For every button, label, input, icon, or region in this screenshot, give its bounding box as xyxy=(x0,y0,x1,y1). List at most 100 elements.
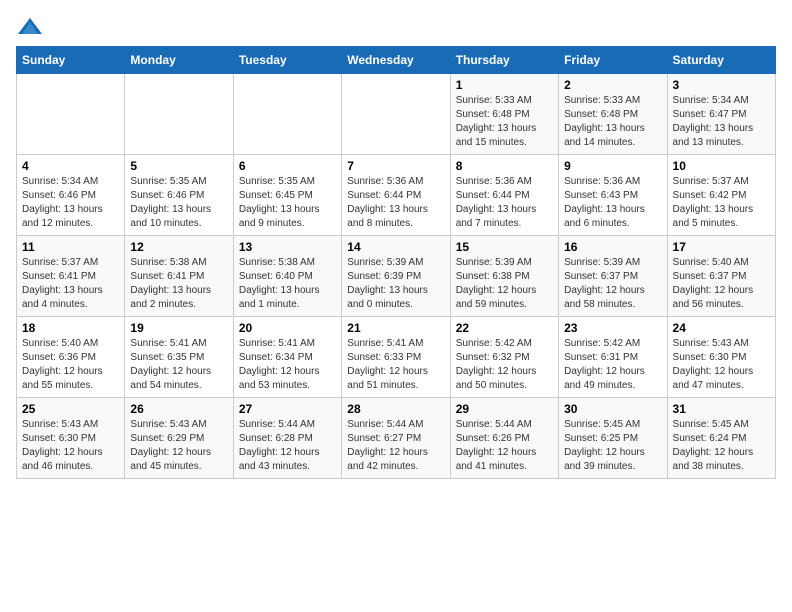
day-number: 14 xyxy=(347,240,444,254)
calendar-cell: 16Sunrise: 5:39 AM Sunset: 6:37 PM Dayli… xyxy=(559,236,667,317)
day-number: 23 xyxy=(564,321,661,335)
calendar-cell: 18Sunrise: 5:40 AM Sunset: 6:36 PM Dayli… xyxy=(17,317,125,398)
calendar-cell: 19 Sunrise: 5:41 AM Sunset: 6:35 PM Dayli… xyxy=(125,317,233,398)
day-info: Sunrise: 5:35 AM Sunset: 6:46 PM Dayligh… xyxy=(130,175,227,231)
calendar-cell: 27Sunrise: 5:44 AM Sunset: 6:28 PM Dayli… xyxy=(233,398,341,479)
day-number: 2 xyxy=(564,78,661,92)
calendar-cell: 3 Sunrise: 5:34 AM Sunset: 6:47 PM Daylig… xyxy=(667,74,775,155)
calendar-week-3: 11Sunrise: 5:37 AM Sunset: 6:41 PM Dayli… xyxy=(17,236,776,317)
day-info: Sunrise: 5:42 AM Sunset: 6:32 PM Dayligh… xyxy=(456,337,553,393)
day-number: 21 xyxy=(347,321,444,335)
header-row: SundayMondayTuesdayWednesdayThursdayFrid… xyxy=(17,47,776,74)
day-number: 15 xyxy=(456,240,553,254)
day-info: Sunrise: 5:41 AM Sunset: 6:34 PM Dayligh… xyxy=(239,337,336,393)
calendar-cell xyxy=(17,74,125,155)
header-cell-monday: Monday xyxy=(125,47,233,74)
day-info: Sunrise: 5:39 AM Sunset: 6:37 PM Dayligh… xyxy=(564,256,661,312)
page-header xyxy=(16,16,776,38)
header-cell-thursday: Thursday xyxy=(450,47,558,74)
calendar-week-5: 25 Sunrise: 5:43 AM Sunset: 6:30 PM Dayli… xyxy=(17,398,776,479)
header-cell-sunday: Sunday xyxy=(17,47,125,74)
calendar-cell: 29Sunrise: 5:44 AM Sunset: 6:26 PM Dayli… xyxy=(450,398,558,479)
day-info: Sunrise: 5:38 AM Sunset: 6:40 PM Dayligh… xyxy=(239,256,336,312)
calendar-cell: 20 Sunrise: 5:41 AM Sunset: 6:34 PM Dayli… xyxy=(233,317,341,398)
day-info: Sunrise: 5:44 AM Sunset: 6:26 PM Dayligh… xyxy=(456,418,553,474)
day-number: 7 xyxy=(347,159,444,173)
calendar-cell: 5 Sunrise: 5:35 AM Sunset: 6:46 PM Daylig… xyxy=(125,155,233,236)
day-info: Sunrise: 5:43 AM Sunset: 6:30 PM Dayligh… xyxy=(22,418,119,474)
logo-icon xyxy=(16,16,44,38)
header-cell-wednesday: Wednesday xyxy=(342,47,450,74)
day-info: Sunrise: 5:40 AM Sunset: 6:37 PM Dayligh… xyxy=(673,256,770,312)
calendar-cell: 15 Sunrise: 5:39 AM Sunset: 6:38 PM Dayli… xyxy=(450,236,558,317)
day-info: Sunrise: 5:34 AM Sunset: 6:46 PM Dayligh… xyxy=(22,175,119,231)
day-number: 19 xyxy=(130,321,227,335)
day-number: 28 xyxy=(347,402,444,416)
calendar-cell: 21 Sunrise: 5:41 AM Sunset: 6:33 PM Dayli… xyxy=(342,317,450,398)
day-info: Sunrise: 5:39 AM Sunset: 6:38 PM Dayligh… xyxy=(456,256,553,312)
day-info: Sunrise: 5:40 AM Sunset: 6:36 PM Dayligh… xyxy=(22,337,119,393)
day-info: Sunrise: 5:37 AM Sunset: 6:42 PM Dayligh… xyxy=(673,175,770,231)
calendar-cell: 28Sunrise: 5:44 AM Sunset: 6:27 PM Dayli… xyxy=(342,398,450,479)
calendar-cell: 9 Sunrise: 5:36 AM Sunset: 6:43 PM Daylig… xyxy=(559,155,667,236)
day-number: 12 xyxy=(130,240,227,254)
day-number: 25 xyxy=(22,402,119,416)
header-cell-saturday: Saturday xyxy=(667,47,775,74)
day-info: Sunrise: 5:39 AM Sunset: 6:39 PM Dayligh… xyxy=(347,256,444,312)
day-number: 1 xyxy=(456,78,553,92)
day-info: Sunrise: 5:34 AM Sunset: 6:47 PM Dayligh… xyxy=(673,94,770,150)
calendar-cell: 8Sunrise: 5:36 AM Sunset: 6:44 PM Daylig… xyxy=(450,155,558,236)
day-info: Sunrise: 5:42 AM Sunset: 6:31 PM Dayligh… xyxy=(564,337,661,393)
day-info: Sunrise: 5:41 AM Sunset: 6:33 PM Dayligh… xyxy=(347,337,444,393)
header-cell-friday: Friday xyxy=(559,47,667,74)
calendar-body: 1 Sunrise: 5:33 AM Sunset: 6:48 PM Daylig… xyxy=(17,74,776,479)
day-info: Sunrise: 5:33 AM Sunset: 6:48 PM Dayligh… xyxy=(456,94,553,150)
calendar-cell: 2Sunrise: 5:33 AM Sunset: 6:48 PM Daylig… xyxy=(559,74,667,155)
day-info: Sunrise: 5:35 AM Sunset: 6:45 PM Dayligh… xyxy=(239,175,336,231)
calendar-cell xyxy=(342,74,450,155)
calendar-cell: 4Sunrise: 5:34 AM Sunset: 6:46 PM Daylig… xyxy=(17,155,125,236)
calendar-cell: 17 Sunrise: 5:40 AM Sunset: 6:37 PM Dayli… xyxy=(667,236,775,317)
day-info: Sunrise: 5:41 AM Sunset: 6:35 PM Dayligh… xyxy=(130,337,227,393)
day-info: Sunrise: 5:45 AM Sunset: 6:25 PM Dayligh… xyxy=(564,418,661,474)
calendar-header: SundayMondayTuesdayWednesdayThursdayFrid… xyxy=(17,47,776,74)
day-number: 11 xyxy=(22,240,119,254)
calendar-cell: 24Sunrise: 5:43 AM Sunset: 6:30 PM Dayli… xyxy=(667,317,775,398)
header-cell-tuesday: Tuesday xyxy=(233,47,341,74)
calendar-cell: 10 Sunrise: 5:37 AM Sunset: 6:42 PM Dayli… xyxy=(667,155,775,236)
day-number: 22 xyxy=(456,321,553,335)
day-info: Sunrise: 5:36 AM Sunset: 6:44 PM Dayligh… xyxy=(347,175,444,231)
day-number: 3 xyxy=(673,78,770,92)
day-info: Sunrise: 5:43 AM Sunset: 6:30 PM Dayligh… xyxy=(673,337,770,393)
day-info: Sunrise: 5:38 AM Sunset: 6:41 PM Dayligh… xyxy=(130,256,227,312)
calendar-week-4: 18Sunrise: 5:40 AM Sunset: 6:36 PM Dayli… xyxy=(17,317,776,398)
calendar-cell: 14 Sunrise: 5:39 AM Sunset: 6:39 PM Dayli… xyxy=(342,236,450,317)
day-info: Sunrise: 5:43 AM Sunset: 6:29 PM Dayligh… xyxy=(130,418,227,474)
calendar-cell xyxy=(125,74,233,155)
calendar-cell: 23 Sunrise: 5:42 AM Sunset: 6:31 PM Dayli… xyxy=(559,317,667,398)
calendar-cell: 7 Sunrise: 5:36 AM Sunset: 6:44 PM Daylig… xyxy=(342,155,450,236)
calendar-cell: 12 Sunrise: 5:38 AM Sunset: 6:41 PM Dayli… xyxy=(125,236,233,317)
calendar-cell: 13Sunrise: 5:38 AM Sunset: 6:40 PM Dayli… xyxy=(233,236,341,317)
day-info: Sunrise: 5:36 AM Sunset: 6:44 PM Dayligh… xyxy=(456,175,553,231)
day-info: Sunrise: 5:44 AM Sunset: 6:28 PM Dayligh… xyxy=(239,418,336,474)
day-number: 5 xyxy=(130,159,227,173)
calendar-cell: 26 Sunrise: 5:43 AM Sunset: 6:29 PM Dayli… xyxy=(125,398,233,479)
day-number: 10 xyxy=(673,159,770,173)
day-number: 20 xyxy=(239,321,336,335)
day-number: 17 xyxy=(673,240,770,254)
calendar-cell: 25 Sunrise: 5:43 AM Sunset: 6:30 PM Dayli… xyxy=(17,398,125,479)
calendar-cell: 22 Sunrise: 5:42 AM Sunset: 6:32 PM Dayli… xyxy=(450,317,558,398)
day-number: 9 xyxy=(564,159,661,173)
day-number: 26 xyxy=(130,402,227,416)
day-info: Sunrise: 5:45 AM Sunset: 6:24 PM Dayligh… xyxy=(673,418,770,474)
day-info: Sunrise: 5:36 AM Sunset: 6:43 PM Dayligh… xyxy=(564,175,661,231)
calendar-table: SundayMondayTuesdayWednesdayThursdayFrid… xyxy=(16,46,776,479)
calendar-week-2: 4Sunrise: 5:34 AM Sunset: 6:46 PM Daylig… xyxy=(17,155,776,236)
calendar-cell: 11Sunrise: 5:37 AM Sunset: 6:41 PM Dayli… xyxy=(17,236,125,317)
day-number: 31 xyxy=(673,402,770,416)
logo xyxy=(16,16,46,38)
calendar-cell: 1 Sunrise: 5:33 AM Sunset: 6:48 PM Daylig… xyxy=(450,74,558,155)
calendar-cell: 30Sunrise: 5:45 AM Sunset: 6:25 PM Dayli… xyxy=(559,398,667,479)
calendar-cell: 6Sunrise: 5:35 AM Sunset: 6:45 PM Daylig… xyxy=(233,155,341,236)
